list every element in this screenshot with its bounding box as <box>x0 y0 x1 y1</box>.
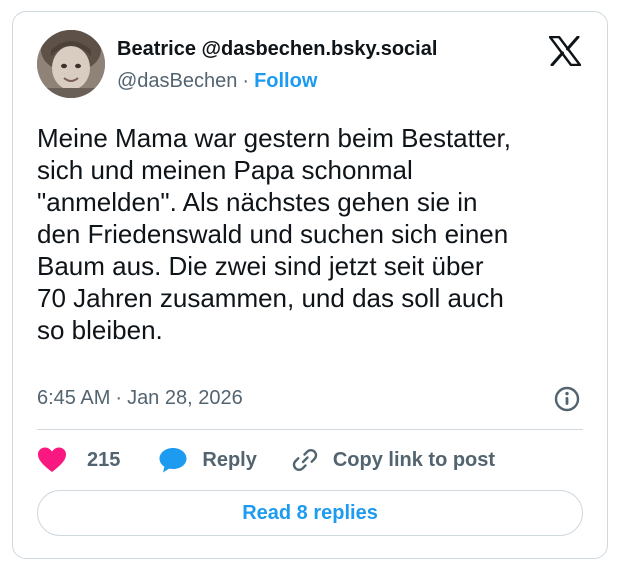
x-logo-icon[interactable] <box>548 35 582 67</box>
author-handle-row: @dasBechen · Follow <box>117 70 317 93</box>
copy-link-label: Copy link to post <box>332 448 496 471</box>
post-timestamp[interactable]: 6:45 AM · Jan 28, 2026 <box>37 387 243 410</box>
info-icon[interactable] <box>553 385 581 413</box>
heart-icon <box>38 447 66 472</box>
divider <box>37 429 583 430</box>
post-card: Beatrice @dasbechen.bsky.social @dasBech… <box>12 11 608 559</box>
action-bar: 215 Reply Copy link to post <box>37 444 495 476</box>
speech-bubble-icon <box>159 448 187 473</box>
like-button[interactable]: 215 <box>37 446 120 474</box>
follow-button[interactable]: Follow <box>254 70 317 92</box>
avatar-photo <box>37 30 105 98</box>
post-date: Jan 28, 2026 <box>127 387 243 409</box>
avatar[interactable] <box>37 30 105 98</box>
handle-separator: · <box>242 70 250 92</box>
post-text: Meine Mama war gestern beim Bestatter, s… <box>37 123 511 345</box>
post-time: 6:45 AM <box>37 387 111 409</box>
link-icon <box>292 449 318 471</box>
reply-button[interactable]: Reply <box>158 446 257 474</box>
timestamp-separator: · <box>115 387 123 409</box>
author-display-name[interactable]: Beatrice @dasbechen.bsky.social <box>117 38 437 61</box>
copy-link-button[interactable]: Copy link to post <box>291 446 495 474</box>
read-replies-button[interactable]: Read 8 replies <box>37 490 583 536</box>
like-count: 215 <box>87 448 121 471</box>
reply-label: Reply <box>202 448 257 471</box>
author-handle[interactable]: @dasBechen <box>117 70 237 92</box>
